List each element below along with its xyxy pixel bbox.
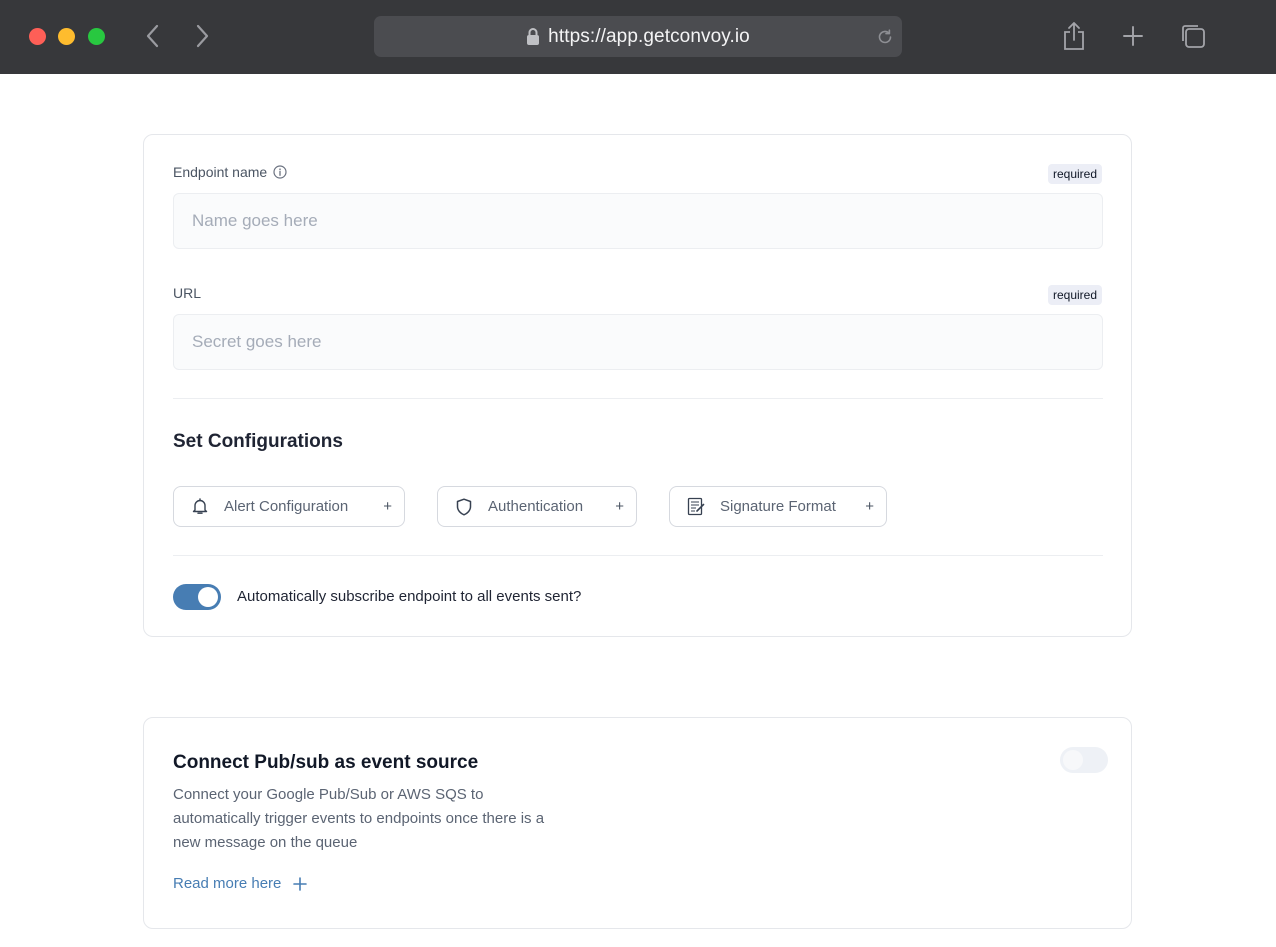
plus-icon: +	[383, 498, 392, 515]
browser-toolbar: https://app.getconvoy.io	[0, 0, 1276, 74]
toggle-knob	[198, 587, 218, 607]
new-tab-icon[interactable]	[1118, 20, 1148, 52]
tab-overview-icon[interactable]	[1178, 20, 1208, 52]
endpoint-name-label-text: Endpoint name	[173, 164, 268, 180]
minimize-window-button[interactable]	[58, 28, 75, 45]
url-label: URL	[173, 285, 202, 301]
endpoint-name-label: Endpoint name	[173, 164, 287, 180]
address-url: https://app.getconvoy.io	[548, 25, 750, 47]
subscribe-all-events-toggle[interactable]	[173, 584, 221, 610]
maximize-window-button[interactable]	[88, 28, 105, 45]
share-icon[interactable]	[1059, 20, 1089, 52]
alert-configuration-button[interactable]: Alert Configuration +	[173, 486, 405, 527]
endpoint-form-card: Endpoint name required URL required Set …	[143, 134, 1132, 637]
pubsub-title: Connect Pub/sub as event source	[173, 752, 479, 773]
pubsub-description: Connect your Google Pub/Sub or AWS SQS t…	[173, 786, 545, 851]
toggle-knob	[1063, 750, 1083, 770]
info-icon[interactable]	[273, 165, 287, 179]
pubsub-toggle[interactable]	[1060, 747, 1108, 773]
endpoint-name-input[interactable]	[173, 193, 1103, 249]
forward-button[interactable]	[188, 22, 216, 50]
required-badge: required	[1047, 285, 1102, 305]
alert-configuration-label: Alert Configuration	[224, 498, 349, 515]
read-more-link[interactable]: Read more here	[173, 875, 308, 892]
chevron-left-icon	[146, 24, 159, 48]
required-badge: required	[1047, 164, 1102, 184]
chevron-right-icon	[196, 24, 209, 48]
pubsub-source-card: Connect Pub/sub as event source Connect …	[143, 717, 1132, 929]
subscribe-all-events-label: Automatically subscribe endpoint to all …	[237, 588, 582, 605]
address-bar[interactable]: https://app.getconvoy.io	[374, 16, 902, 57]
signature-format-label: Signature Format	[720, 498, 836, 515]
read-more-label: Read more here	[173, 875, 282, 892]
back-button[interactable]	[139, 22, 167, 50]
authentication-label: Authentication	[488, 498, 584, 515]
plus-icon	[293, 876, 308, 891]
set-configurations-heading: Set Configurations	[173, 431, 343, 452]
close-window-button[interactable]	[29, 28, 46, 45]
reload-icon[interactable]	[876, 28, 894, 46]
shield-icon	[454, 497, 474, 516]
section-divider	[173, 555, 1103, 556]
signature-format-button[interactable]: Signature Format +	[669, 486, 887, 527]
bell-icon	[190, 498, 210, 515]
document-icon	[686, 497, 706, 516]
plus-icon: +	[615, 498, 624, 515]
plus-icon: +	[865, 498, 874, 515]
section-divider	[173, 398, 1103, 399]
lock-icon	[526, 27, 540, 46]
authentication-button[interactable]: Authentication +	[437, 486, 637, 527]
url-input[interactable]	[173, 314, 1103, 370]
